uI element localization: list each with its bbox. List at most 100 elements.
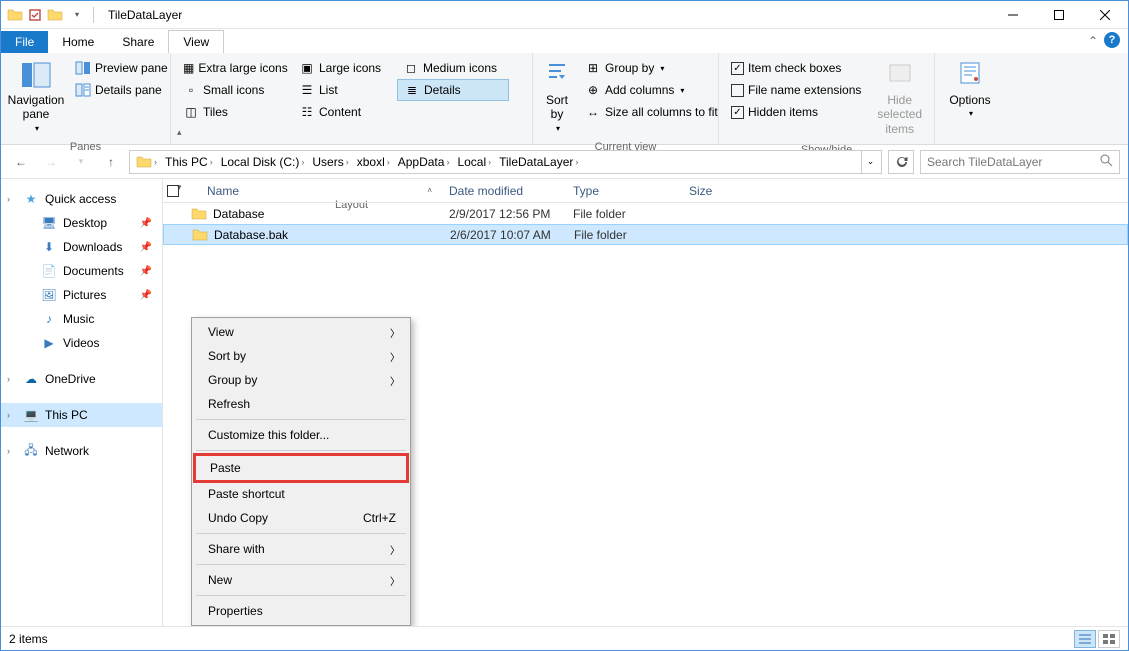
search-icon [1100,154,1113,170]
tab-file[interactable]: File [1,31,48,53]
file-row[interactable]: Database 2/9/2017 12:56 PM File folder [163,203,1128,224]
checkbox-unchecked-icon [731,84,744,97]
breadcrumb-item[interactable]: TileDataLayer › [495,151,582,173]
column-type[interactable]: Type [565,179,681,202]
ctx-customize[interactable]: Customize this folder... [194,423,408,447]
breadcrumb-item[interactable]: AppData › [394,151,454,173]
preview-pane-button[interactable]: Preview pane [69,57,174,79]
pin-icon: 📌 [140,290,152,301]
qat-properties-icon[interactable] [27,7,43,23]
select-all-checkbox[interactable] [167,185,179,197]
file-row[interactable]: Database.bak 2/6/2017 10:07 AM File fold… [163,224,1128,245]
network-icon: 🖧 [23,443,39,459]
column-size[interactable]: Size [681,179,761,202]
tab-share[interactable]: Share [108,31,168,53]
sidebar-item-onedrive[interactable]: ›☁OneDrive [1,367,162,391]
star-icon: ★ [23,191,39,207]
sidebar-item-thispc[interactable]: ›💻This PC [1,403,162,427]
breadcrumb[interactable]: › This PC › Local Disk (C:) › Users › xb… [129,150,882,174]
ctx-undo-copy[interactable]: Undo CopyCtrl+Z [194,506,408,530]
pin-icon: 📌 [140,242,152,253]
minimize-button[interactable] [990,1,1036,29]
context-menu: View〉 Sort by〉 Group by〉 Refresh Customi… [191,317,411,626]
help-icon[interactable]: ? [1104,32,1120,48]
list-button[interactable]: ☰List [293,79,393,101]
content-button[interactable]: ☷Content [293,101,393,123]
status-bar: 2 items [1,626,1128,650]
large-icons-button[interactable]: ▣Large icons [293,57,393,79]
documents-icon: 📄 [41,263,57,279]
thumbnails-view-toggle[interactable] [1098,630,1120,648]
chevron-right-icon: 〉 [390,542,400,557]
sidebar-item-quickaccess[interactable]: ›★Quick access [1,187,162,211]
sidebar-item-pictures[interactable]: 🖼Pictures📌 [1,283,162,307]
qat-newfolder-icon[interactable] [47,7,63,23]
qat-dropdown-icon[interactable]: ▾ [69,7,85,23]
back-button[interactable]: ← [9,150,33,174]
ctx-refresh[interactable]: Refresh [194,392,408,416]
tab-view[interactable]: View [168,30,224,53]
sidebar-item-downloads[interactable]: ⬇Downloads📌 [1,235,162,259]
ctx-groupby[interactable]: Group by〉 [194,368,408,392]
sidebar-item-network[interactable]: ›🖧Network [1,439,162,463]
ctx-sortby[interactable]: Sort by〉 [194,344,408,368]
status-item-count: 2 items [9,632,48,646]
ctx-new[interactable]: New〉 [194,568,408,592]
hide-selected-button[interactable]: Hide selected items [871,57,928,138]
tiles-button[interactable]: ◫Tiles [177,101,289,123]
recent-dropdown[interactable]: ▾ [69,150,93,174]
ribbon-minimize-icon[interactable]: ⌃ [1088,34,1098,48]
details-view-button[interactable]: ≣Details [397,79,509,101]
ctx-paste-shortcut[interactable]: Paste shortcut [194,482,408,506]
search-placeholder: Search TileDataLayer [927,155,1042,169]
sidebar-item-documents[interactable]: 📄Documents📌 [1,259,162,283]
medium-icons-button[interactable]: ◻Medium icons [397,57,509,79]
column-name[interactable]: Name˄ [183,179,441,202]
search-input[interactable]: Search TileDataLayer [920,150,1120,174]
details-view-toggle[interactable] [1074,630,1096,648]
breadcrumb-history-dropdown[interactable]: ⌄ [861,151,879,173]
options-icon [954,59,986,91]
breadcrumb-item[interactable]: This PC › [161,151,217,173]
refresh-button[interactable] [888,150,914,174]
breadcrumb-item[interactable]: Local Disk (C:) › [217,151,309,173]
maximize-button[interactable] [1036,1,1082,29]
ctx-view[interactable]: View〉 [194,320,408,344]
extra-large-icons-button[interactable]: ▦Extra large icons [177,57,289,79]
small-icons-button[interactable]: ▫Small icons [177,79,289,101]
pin-icon: 📌 [140,218,152,229]
column-date[interactable]: Date modified [441,179,565,202]
downloads-icon: ⬇ [41,239,57,255]
refresh-icon [894,155,908,169]
ctx-share-with[interactable]: Share with〉 [194,537,408,561]
hidden-items-toggle[interactable]: ✓Hidden items [725,101,867,123]
file-extensions-toggle[interactable]: File name extensions [725,79,867,101]
options-button[interactable]: Options▾ [941,57,999,121]
close-button[interactable] [1082,1,1128,29]
size-columns-button[interactable]: ↔Size all columns to fit [579,101,724,123]
forward-button[interactable]: → [39,150,63,174]
onedrive-icon: ☁ [23,371,39,387]
pictures-icon: 🖼 [41,287,57,303]
sidebar-item-desktop[interactable]: 🖥Desktop📌 [1,211,162,235]
navigation-pane-label: Navigation pane [8,93,65,122]
up-button[interactable]: ↑ [99,150,123,174]
titlebar: ▾ TileDataLayer [1,1,1128,29]
layout-scroll-up-icon[interactable]: ▴ [177,127,193,138]
navigation-pane-button[interactable]: Navigation pane▾ [7,57,65,135]
group-by-button[interactable]: ⊞Group by▾ [579,57,724,79]
breadcrumb-item[interactable]: xboxl › [353,151,394,173]
item-check-boxes-toggle[interactable]: ✓Item check boxes [725,57,867,79]
breadcrumb-item[interactable]: Local › [453,151,495,173]
sort-by-button[interactable]: Sort by▾ [539,57,575,135]
add-columns-button[interactable]: ⊕Add columns▾ [579,79,724,101]
ribbon: Navigation pane▾ Preview pane Details pa… [1,53,1128,145]
sidebar-item-music[interactable]: ♪Music [1,307,162,331]
ctx-properties[interactable]: Properties [194,599,408,623]
breadcrumb-item[interactable]: Users › [308,151,352,173]
details-pane-button[interactable]: Details pane [69,79,174,101]
ctx-paste[interactable]: Paste [196,456,406,480]
tab-home[interactable]: Home [48,31,108,53]
sidebar-item-videos[interactable]: ▶Videos [1,331,162,355]
checkbox-checked-icon: ✓ [731,62,744,75]
